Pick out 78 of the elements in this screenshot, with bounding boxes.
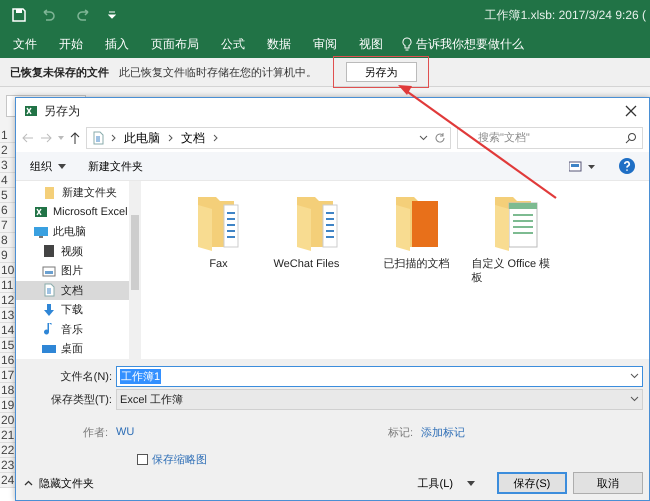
up-arrow-icon xyxy=(70,132,80,144)
picture-icon xyxy=(42,264,56,278)
cancel-button[interactable]: 取消 xyxy=(573,472,643,494)
breadcrumb-item[interactable]: 此电脑 xyxy=(122,130,162,146)
chevron-down-icon xyxy=(630,373,639,379)
save-type-label: 保存类型(T): xyxy=(50,392,113,406)
scrollbar[interactable] xyxy=(129,181,141,359)
tell-me-search[interactable]: 告诉我你想要做什么 xyxy=(394,36,524,52)
ribbon-tab[interactable]: 开始 xyxy=(48,36,94,52)
tools-button[interactable]: 工具(L) xyxy=(412,474,481,492)
add-tag-link[interactable]: 添加标记 xyxy=(421,424,621,440)
folder-name: Fax xyxy=(208,257,229,271)
search-field[interactable]: 搜索"文档" xyxy=(457,127,643,149)
caret-icon xyxy=(58,164,66,168)
folder-item[interactable]: WeChat Files xyxy=(270,191,365,271)
forward-arrow-icon xyxy=(40,133,52,143)
nav-item[interactable]: Microsoft Excel xyxy=(16,202,129,222)
window-title: 工作簿1.xlsb: 2017/3/24 9:26 ( xyxy=(484,6,646,24)
tags-label: 标记: xyxy=(386,426,414,440)
thumbnail-checkbox[interactable]: 保存缩略图 xyxy=(137,452,207,467)
spreadsheet-icon xyxy=(24,104,38,118)
folder-name: 自定义 Office 模板 xyxy=(472,257,552,285)
nav-item[interactable]: 桌面 xyxy=(16,339,129,358)
nav-item[interactable]: 视频 xyxy=(16,242,129,261)
close-icon xyxy=(625,105,637,117)
hide-folders-button[interactable]: 隐藏文件夹 xyxy=(24,476,94,490)
ribbon-tab[interactable]: 页面布局 xyxy=(140,36,210,52)
document-icon xyxy=(42,283,56,298)
folder-item[interactable]: Fax xyxy=(171,191,266,271)
folder-item[interactable]: 已扫描的文档 xyxy=(369,191,464,271)
ribbon-tab[interactable]: 数据 xyxy=(256,36,302,52)
folder-item[interactable]: 自定义 Office 模板 xyxy=(468,191,563,285)
folder-name: 已扫描的文档 xyxy=(382,257,450,271)
chevron-right-icon xyxy=(168,134,173,142)
ribbon-tab[interactable]: 公式 xyxy=(210,36,256,52)
ribbon-tab[interactable]: 审阅 xyxy=(302,36,348,52)
nav-item[interactable]: 此电脑 xyxy=(16,222,129,242)
ribbon-tab[interactable]: 文件 xyxy=(2,36,48,52)
folder-icon xyxy=(43,186,57,200)
save-type-dropdown[interactable]: Excel 工作簿 xyxy=(116,388,643,410)
help-icon[interactable] xyxy=(619,158,635,174)
breadcrumb-item[interactable]: 文档 xyxy=(179,130,207,146)
chevron-down-icon xyxy=(630,396,639,402)
chevron-right-icon xyxy=(213,134,218,142)
down-arrow-icon xyxy=(42,302,56,317)
recovery-message: 此已恢复文件临时存储在您的计算机中。 xyxy=(119,66,317,80)
address-bar[interactable]: 此电脑 文档 xyxy=(86,127,451,149)
caret-icon xyxy=(467,480,475,486)
save-as-button[interactable]: 另存为 xyxy=(346,62,416,82)
monitor-icon xyxy=(34,224,48,239)
file-name-label: 文件名(N): xyxy=(60,370,113,384)
folder-name: WeChat Files xyxy=(274,257,340,271)
ribbon-tab[interactable]: 视图 xyxy=(348,36,394,52)
spreadsheet-icon xyxy=(34,205,48,220)
search-icon xyxy=(625,132,637,144)
author-value[interactable]: WU xyxy=(116,426,316,438)
chevron-right-icon xyxy=(111,134,116,142)
recovery-title: 已恢复未保存的文件 xyxy=(10,66,109,80)
nav-item[interactable]: 图片 xyxy=(16,261,129,280)
author-label: 作者: xyxy=(82,426,109,440)
chevron-down-icon xyxy=(419,135,428,141)
organize-button[interactable]: 组织 xyxy=(30,158,66,174)
new-folder-button[interactable]: 新建文件夹 xyxy=(88,158,143,174)
nav-item[interactable]: 文档 xyxy=(16,280,129,300)
nav-item[interactable]: 新建文件夹 xyxy=(16,183,129,202)
chevron-up-icon xyxy=(24,480,33,486)
ribbon-tab[interactable]: 插入 xyxy=(94,36,140,52)
save-icon[interactable] xyxy=(12,8,26,22)
nav-item[interactable]: 音乐 xyxy=(16,320,129,339)
caret-icon xyxy=(58,136,64,140)
customize-icon[interactable] xyxy=(108,11,116,19)
nav-item[interactable]: 下载 xyxy=(16,300,129,320)
save-button[interactable]: 保存(S) xyxy=(497,472,567,494)
back-arrow-icon xyxy=(22,133,34,143)
refresh-icon[interactable] xyxy=(434,132,446,144)
lightbulb-icon xyxy=(402,37,412,51)
dialog-title: 另存为 xyxy=(44,102,80,120)
document-icon xyxy=(91,131,105,145)
